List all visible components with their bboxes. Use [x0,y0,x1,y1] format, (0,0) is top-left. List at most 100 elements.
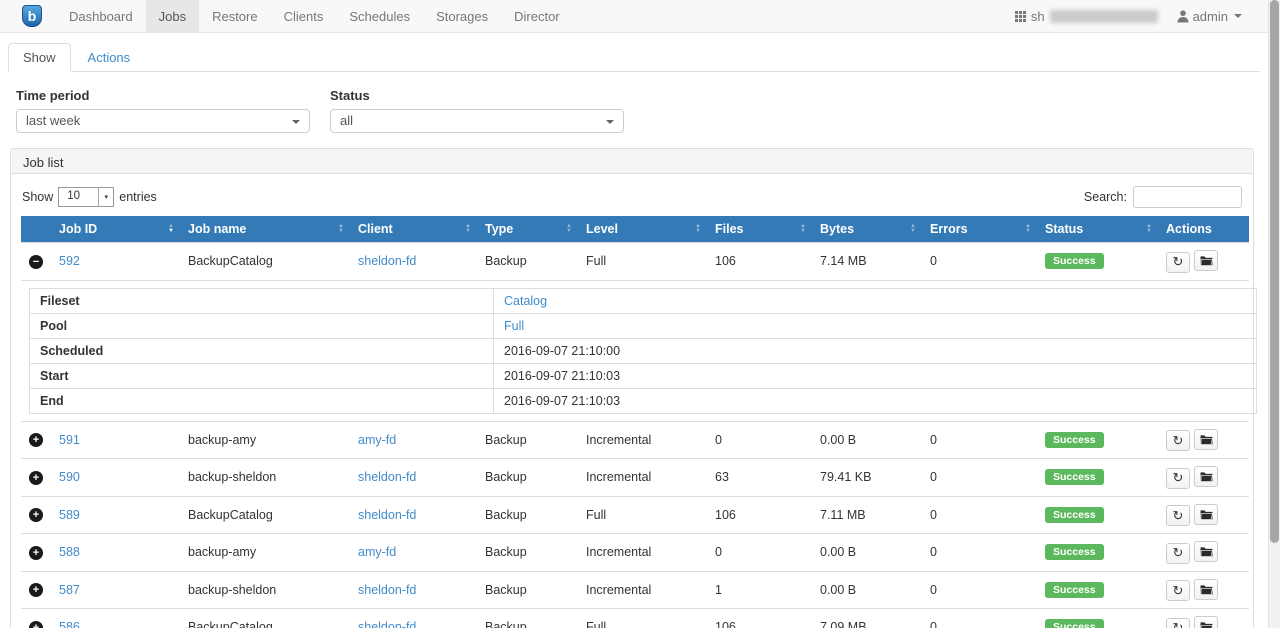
job-id-link[interactable]: 591 [59,433,80,447]
time-period-label: Time period [16,88,310,103]
job-detail-row: Fileset Catalog Pool Full Scheduled 2016… [21,280,1249,421]
start-value: 2016-09-07 21:10:03 [494,363,1257,388]
time-period-value: last week [26,113,80,128]
column-header-type[interactable]: Type ▲▼ [477,216,578,243]
job-id-link[interactable]: 590 [59,470,80,484]
nav-item-dashboard[interactable]: Dashboard [56,0,146,32]
job-id-link[interactable]: 592 [59,254,80,268]
nav-item-jobs[interactable]: Jobs [146,0,199,32]
client-link[interactable]: amy-fd [358,545,396,559]
job-table: Job ID ▲▼ Job name ▲▼ Client ▲▼ Type ▲▼ … [21,216,1249,628]
director-hostname: sh [1031,9,1045,24]
rerun-job-button[interactable]: ↻ [1166,618,1190,628]
column-header-errors[interactable]: Errors ▲▼ [922,216,1037,243]
chevron-down-icon [606,120,614,124]
folder-open-icon [1200,434,1213,445]
folder-open-icon [1200,584,1213,595]
sort-icon: ▲▼ [1146,224,1152,234]
expand-row-button[interactable]: + [29,583,43,597]
job-name-cell: backup-sheldon [180,571,350,609]
column-header-job-name[interactable]: Job name ▲▼ [180,216,350,243]
errors-cell: 0 [922,496,1037,534]
nav-item-restore[interactable]: Restore [199,0,271,32]
column-header-level[interactable]: Level ▲▼ [578,216,707,243]
rerun-job-button[interactable]: ↻ [1166,580,1190,601]
job-id-link[interactable]: 588 [59,545,80,559]
status-badge: Success [1045,253,1104,269]
sort-icon: ▲▼ [465,224,471,234]
minus-circle-icon: − [33,255,39,269]
folder-open-icon [1200,546,1213,557]
restore-job-button[interactable] [1194,250,1218,271]
plus-circle-icon: + [33,621,39,628]
restore-job-button[interactable] [1194,579,1218,600]
job-id-link[interactable]: 589 [59,508,80,522]
page-size-select[interactable]: 10 ▾ [58,187,114,207]
brand-logo[interactable]: b [0,0,56,32]
tab-show[interactable]: Show [8,43,71,72]
folder-open-icon [1200,255,1213,266]
client-link[interactable]: sheldon-fd [358,470,416,484]
user-menu[interactable]: admin [1177,9,1242,24]
sort-icon: ▲▼ [695,224,701,234]
expand-row-button[interactable]: + [29,471,43,485]
time-period-select[interactable]: last week [16,109,310,133]
restore-job-button[interactable] [1194,429,1218,450]
rerun-job-button[interactable]: ↻ [1166,505,1190,526]
column-header-status[interactable]: Status ▲▼ [1037,216,1158,243]
level-cell: Incremental [578,421,707,459]
column-header-job-id[interactable]: Job ID ▲▼ [51,216,180,243]
status-badge: Success [1045,619,1104,628]
restore-job-button[interactable] [1194,504,1218,525]
job-name-cell: backup-amy [180,534,350,572]
fileset-link[interactable]: Catalog [504,294,547,308]
column-header-client[interactable]: Client ▲▼ [350,216,477,243]
client-link[interactable]: amy-fd [358,433,396,447]
detail-row-end: End 2016-09-07 21:10:03 [30,388,1257,413]
folder-open-icon [1200,509,1213,520]
job-detail-table: Fileset Catalog Pool Full Scheduled 2016… [29,288,1257,414]
column-header-bytes[interactable]: Bytes ▲▼ [812,216,922,243]
table-row: + 589 BackupCatalog sheldon-fd Backup Fu… [21,496,1249,534]
scrollbar-thumb[interactable] [1270,0,1279,543]
rerun-job-button[interactable]: ↻ [1166,430,1190,451]
nav-item-schedules[interactable]: Schedules [336,0,423,32]
client-link[interactable]: sheldon-fd [358,254,416,268]
expand-row-button[interactable]: + [29,508,43,522]
rerun-job-button[interactable]: ↻ [1166,543,1190,564]
entries-label: entries [119,190,157,204]
pool-link[interactable]: Full [504,319,524,333]
rerun-job-button[interactable]: ↻ [1166,468,1190,489]
restore-job-button[interactable] [1194,541,1218,562]
job-id-link[interactable]: 587 [59,583,80,597]
files-cell: 63 [707,459,812,497]
expand-row-button[interactable]: + [29,546,43,560]
restore-job-button[interactable] [1194,466,1218,487]
restore-job-button[interactable] [1194,616,1218,628]
bytes-cell: 0.00 B [812,534,922,572]
status-badge: Success [1045,432,1104,448]
client-link[interactable]: sheldon-fd [358,583,416,597]
bytes-cell: 0.00 B [812,421,922,459]
column-header-files[interactable]: Files ▲▼ [707,216,812,243]
search-input[interactable] [1133,186,1242,208]
rerun-job-button[interactable]: ↻ [1166,252,1190,273]
sort-icon: ▲▼ [1025,224,1031,234]
nav-item-clients[interactable]: Clients [271,0,337,32]
expand-row-button[interactable]: + [29,621,43,628]
sort-icon: ▲▼ [168,224,174,234]
job-name-cell: backup-amy [180,421,350,459]
job-id-link[interactable]: 586 [59,620,80,628]
tab-actions[interactable]: Actions [73,43,146,72]
expand-row-button[interactable]: − [29,255,43,269]
client-link[interactable]: sheldon-fd [358,508,416,522]
bytes-cell: 7.14 MB [812,243,922,281]
expand-row-button[interactable]: + [29,433,43,447]
status-select[interactable]: all [330,109,624,133]
filters-section: Time period last week Status all [16,88,1252,133]
client-link[interactable]: sheldon-fd [358,620,416,628]
nav-item-storages[interactable]: Storages [423,0,501,32]
bytes-cell: 0.00 B [812,571,922,609]
tab-bar: Show Actions [8,43,1260,72]
nav-item-director[interactable]: Director [501,0,573,32]
